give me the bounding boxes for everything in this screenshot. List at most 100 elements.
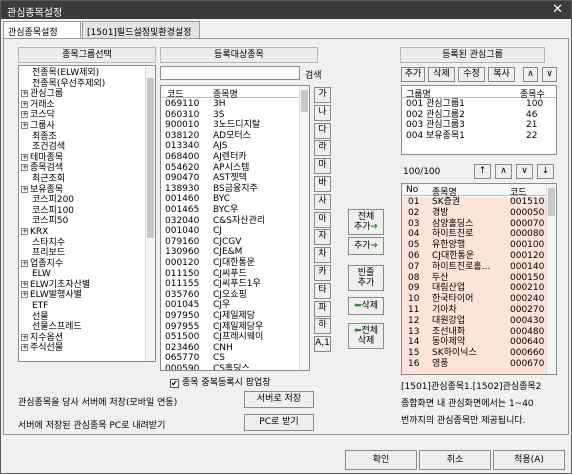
stock-row[interactable]: 060310 3S [161,110,301,121]
add-all-button[interactable]: 전체 추가➔ [348,209,384,235]
tree-item[interactable]: 코스피100 [21,206,145,217]
move-up-icon[interactable]: ∧ [495,164,512,179]
tree-item[interactable]: 프리보드 [21,248,145,259]
stock-row[interactable]: 068400 AJ렌터카 [161,152,301,163]
group-stock-scrollbar[interactable] [546,184,556,374]
stock-row[interactable]: 097950 CJ제일제당 [161,311,301,322]
add-button[interactable]: 추가 ➔ [348,237,384,255]
expand-icon[interactable]: + [21,111,28,119]
expand-icon[interactable]: + [21,185,28,193]
stock-row[interactable]: 013340 AJS [161,141,301,152]
group-down-icon[interactable]: ∨ [542,67,557,82]
tree-item[interactable]: + ELW기초자산별 [21,280,145,291]
stock-row[interactable]: 001460 BYC [161,194,301,205]
tree-item[interactable]: 선물스프레드 [21,322,145,333]
group-stock-row[interactable]: 10 한국타이어 000240 [402,294,547,305]
expand-icon[interactable]: + [21,90,28,98]
stock-row[interactable]: 038120 AD모터스 [161,131,301,142]
index-key-button[interactable]: 마 [314,158,331,175]
group-delete-button[interactable]: 삭제 [428,67,455,82]
expand-icon[interactable]: + [21,333,28,341]
apply-button[interactable]: 적용(A) [493,450,565,470]
stock-row[interactable]: 001045 CJ우 [161,300,301,311]
tree-item[interactable]: 스타지수 [21,238,145,249]
stock-row[interactable]: 069110 3H [161,99,301,110]
tree-item[interactable]: 전종목(ELW제외) [21,68,145,79]
tree-item[interactable]: 코스피50 [21,216,145,227]
stock-row[interactable]: 079160 CJCGV [161,237,301,248]
tree-item[interactable]: + 거래소 [21,100,145,111]
tree-item[interactable]: 조건검색 [21,142,145,153]
index-key-button[interactable]: 차 [314,247,331,264]
tree-item[interactable]: + KRX [21,227,145,238]
tree-item[interactable]: 선물 [21,312,145,323]
index-key-button[interactable]: A,1 [314,336,331,353]
tree-item[interactable]: + 주식선물 [21,343,145,354]
stock-row[interactable]: 035760 CJ오쇼핑 [161,290,301,301]
index-key-button[interactable]: 사 [314,193,331,210]
delete-all-button[interactable]: ⬅전체 삭제 [348,323,384,349]
close-icon[interactable]: ✕ [552,2,563,17]
tree-item[interactable]: 최근조회 [21,174,145,185]
index-key-button[interactable]: 하 [314,318,331,335]
index-key-button[interactable]: 자 [314,229,331,246]
stock-row[interactable]: 090470 AST젯텍 [161,173,301,184]
expand-icon[interactable]: + [21,100,28,108]
stock-row[interactable]: 097955 CJ제일제당우 [161,322,301,333]
download-to-pc-button[interactable]: PC로 받기 [244,414,314,431]
stock-row[interactable]: 011150 CJ씨푸드 [161,269,301,280]
expand-icon[interactable]: + [21,280,28,288]
expand-icon[interactable]: + [21,227,28,235]
stock-row[interactable]: 054620 AP시스템 [161,163,301,174]
stock-list-scrollbar[interactable] [299,86,309,370]
search-label[interactable]: 검색 [305,68,322,81]
group-add-button[interactable]: 추가 [401,67,425,82]
tab-field-settings[interactable]: [1501]필드설정및환경설정 [82,21,200,39]
group-edit-button[interactable]: 수정 [458,67,485,82]
group-stock-row[interactable]: 06 CJ대한통운 000120 [402,251,547,262]
checkbox-icon[interactable]: ✔ [170,379,179,388]
move-down-icon[interactable]: ∨ [516,164,533,179]
expand-icon[interactable]: + [21,344,28,352]
tree-item[interactable]: + 종목검색 [21,163,145,174]
group-row[interactable]: 001 관심그룹1 100 [402,99,556,110]
expand-icon[interactable]: + [21,164,28,172]
group-stock-row[interactable]: 11 기아차 000270 [402,305,547,316]
stock-row[interactable]: 000590 CS홀딩스 [161,364,301,370]
stock-row[interactable]: 011155 CJ씨푸드1우 [161,279,301,290]
stock-row[interactable]: 138930 BS금융지주 [161,184,301,195]
stock-row[interactable]: 051500 CJ프레시웨이 [161,332,301,343]
expand-icon[interactable]: + [21,291,28,299]
stock-row[interactable]: 000120 CJ대한통운 [161,258,301,269]
index-key-button[interactable]: 바 [314,176,331,192]
group-row[interactable]: 003 관심그룹3 21 [402,120,556,131]
expand-icon[interactable]: + [21,153,28,161]
tree-item[interactable]: + 보유종목 [21,185,145,196]
stock-row[interactable]: 023460 CNH [161,343,301,354]
group-stock-row[interactable]: 09 대림산업 000210 [402,283,547,294]
index-key-button[interactable]: 카 [314,265,331,281]
group-row[interactable]: 004 보유종목1 22 [402,131,556,142]
group-stock-row[interactable]: 08 두산 000150 [402,273,547,284]
search-input[interactable] [160,66,300,80]
tree-item[interactable]: ETF [21,301,145,312]
index-key-button[interactable]: 나 [314,104,331,121]
group-stock-row[interactable]: 05 유한양행 000100 [402,240,547,251]
group-stock-row[interactable]: 15 SK하이닉스 000660 [402,348,547,359]
stock-row[interactable]: 032040 C&S자산관리 [161,216,301,227]
stock-row[interactable]: 130960 CJE&M [161,247,301,258]
index-key-button[interactable]: 라 [314,140,331,157]
group-stock-row[interactable]: 13 조선내화 000480 [402,327,547,338]
group-stock-row[interactable]: 03 삼양홀딩스 000070 [402,219,547,230]
stock-row[interactable]: 001465 BYC우 [161,205,301,216]
index-key-button[interactable]: 다 [314,122,331,139]
tree-item[interactable]: 코스피200 [21,195,145,206]
tree-item[interactable]: 최종조 [21,132,145,143]
expand-icon[interactable]: + [21,259,28,267]
group-stock-row[interactable]: 02 경방 000050 [402,208,547,219]
tree-item[interactable]: ELW [21,269,145,280]
tree-item[interactable]: + 업종지수 [21,259,145,270]
group-stock-row[interactable]: 12 대원강업 000430 [402,316,547,327]
move-top-icon[interactable]: ↑ [474,164,491,179]
dup-popup-option[interactable]: ✔ 종목 중복등록시 팝업창 [170,375,271,388]
